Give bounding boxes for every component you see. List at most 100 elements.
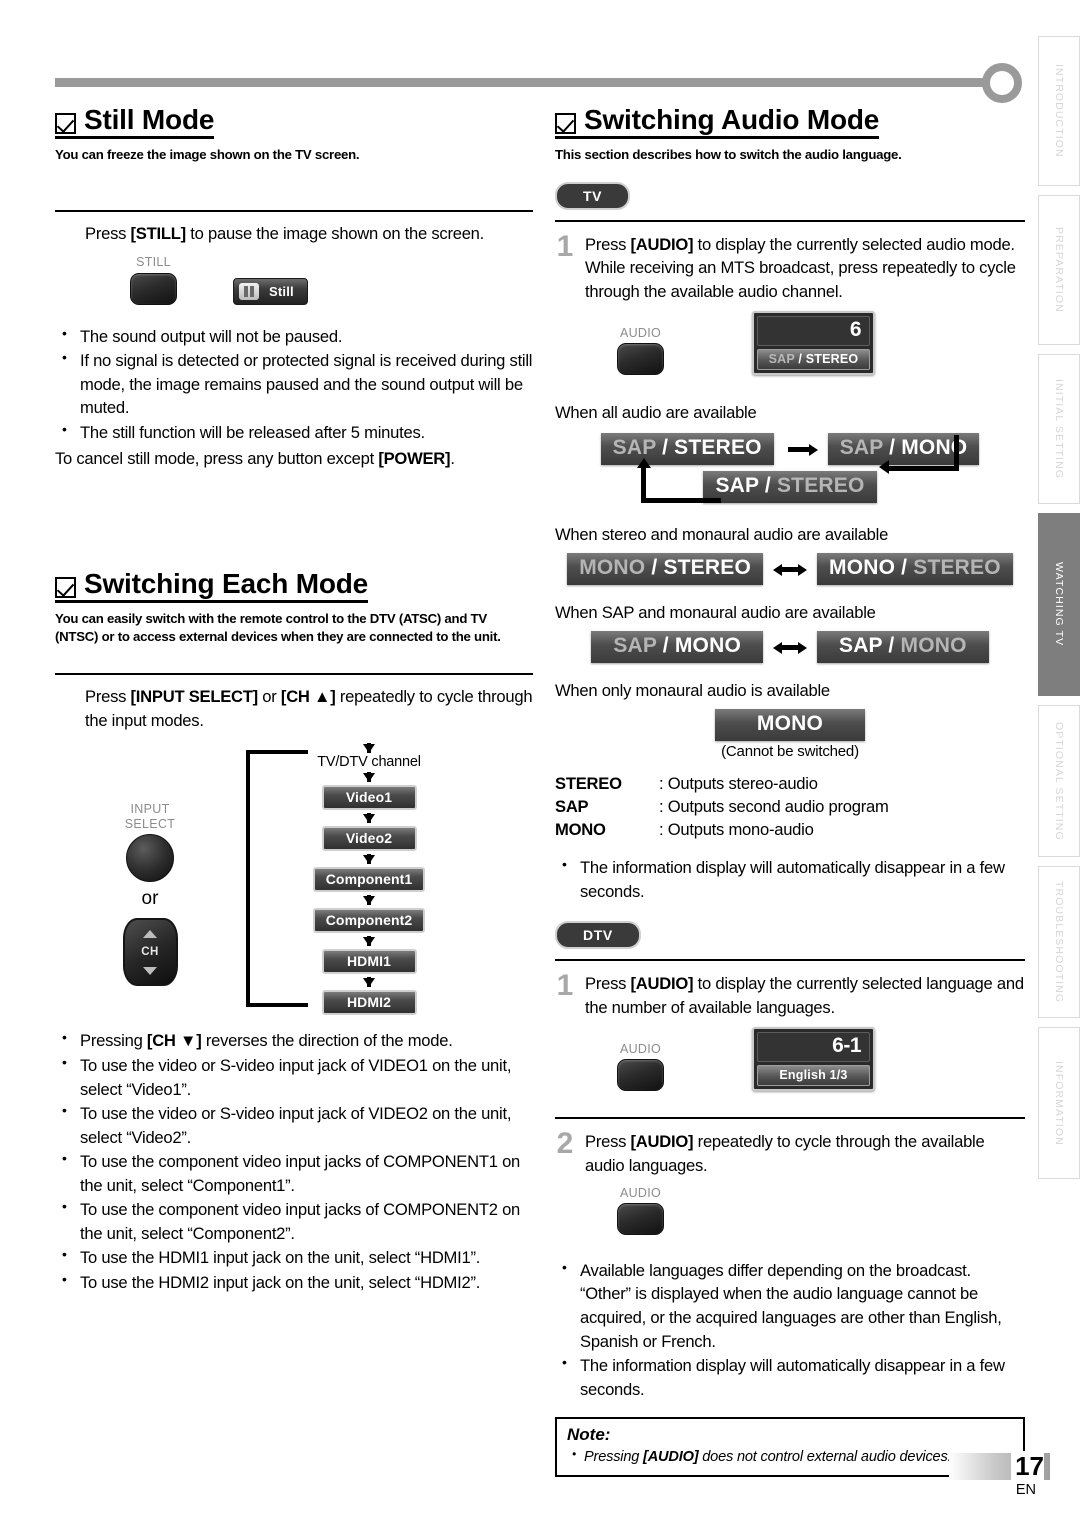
audio-chip-mono-lit-stereo-dim: MONO / STEREO [817, 553, 1013, 586]
tv-step-1: 1 Press [AUDIO] to display the currently… [555, 231, 1025, 304]
caption-all-audio: When all audio are available [555, 403, 757, 423]
remote-button-shape [130, 272, 177, 305]
sidebar-item-watching-tv[interactable]: WATCHING TV [1038, 513, 1080, 696]
audio-remote-button[interactable]: AUDIO [617, 326, 664, 376]
input-mode-bullet-list: Pressing [CH ▼] reverses the direction o… [55, 1028, 533, 1295]
list-item: To use the component video input jacks o… [55, 1149, 533, 1197]
caption-stereo-mono: When stereo and monaural audio are avail… [555, 525, 889, 545]
audio-key: [AUDIO] [630, 234, 694, 254]
osd-mode-lit: / STEREO [794, 352, 859, 367]
instr-mid: or [257, 687, 281, 707]
divider [555, 1117, 1025, 1120]
list-item: If no signal is detected or protected si… [55, 348, 533, 420]
audio-chip-mono: MONO [714, 709, 866, 742]
glossary-row: SAP : Outputs second audio program [555, 796, 1025, 819]
step-text: Press [AUDIO] to display the currently s… [585, 972, 1025, 1019]
audio-cycle-all: SAP / STEREO SAP / MONO SAP / STEREO [555, 433, 1025, 504]
still-button-label: STILL [136, 255, 171, 270]
remote-button-shape [617, 1202, 664, 1235]
dtv-step-2: 2 Press [AUDIO] repeatedly to cycle thro… [555, 1129, 1025, 1177]
chip-lit: SAP / [838, 634, 901, 658]
input-select-key: [INPUT SELECT] [130, 687, 259, 707]
sidebar-item-label: OPTIONAL SETTING [1053, 721, 1065, 841]
list-item: To use the component video input jacks o… [55, 1197, 533, 1245]
glossary-row: STEREO : Outputs stereo-audio [555, 773, 1025, 796]
flow-item-component1: Component1 [313, 867, 425, 893]
glossary-key: STEREO [555, 774, 622, 794]
remote-controls-group: INPUT SELECT or CH [55, 744, 245, 987]
audio-button-label: AUDIO [619, 1185, 662, 1200]
list-item: The still function will be released afte… [55, 420, 533, 445]
step-number: 1 [556, 969, 574, 1003]
note-title: Note: [567, 1425, 611, 1445]
channel-rocker-button[interactable]: CH [122, 918, 178, 987]
list-item: To use the HDMI2 input jack on the unit,… [55, 1270, 533, 1295]
chip-dim: STEREO [776, 474, 865, 498]
arrow-loop-left [636, 458, 721, 504]
audio-remote-button[interactable]: AUDIO [617, 1042, 664, 1092]
chip-lit: / STEREO [645, 556, 751, 580]
tv-note-bullet-list: The information display will automatical… [555, 855, 1025, 903]
arrow-loop-right [879, 435, 959, 474]
divider [555, 219, 1025, 222]
sidebar-item-information[interactable]: INFORMATION [1038, 1027, 1080, 1179]
step-pre: Press [585, 234, 631, 254]
divider [55, 209, 533, 212]
step-pre: Press [585, 1132, 631, 1152]
audio-pair-stereo-mono: MONO / STEREO MONO / STEREO [555, 553, 1025, 586]
sidebar-item-optional-setting[interactable]: OPTIONAL SETTING [1038, 705, 1080, 857]
chip-dim: MONO [579, 556, 646, 580]
section-header-switching-audio-mode: Switching Audio Mode [555, 104, 879, 140]
dtv-bullet-list: Available languages differ depending on … [555, 1258, 1025, 1401]
still-bullet-list: The sound output will not be paused. If … [55, 324, 533, 445]
list-item: The information display will automatical… [555, 1353, 1025, 1401]
sidebar-item-label: INITIAL SETTING [1053, 378, 1065, 480]
section-header-switching-each-mode: Switching Each Mode [55, 568, 368, 604]
checkbox-icon [55, 113, 76, 134]
note-pre: Pressing [584, 1449, 644, 1466]
chip-lit: / STEREO [656, 436, 762, 460]
sidebar-item-initial-setting[interactable]: INITIAL SETTING [1038, 354, 1080, 504]
sidebar-item-label: INFORMATION [1053, 1060, 1065, 1146]
audio-remote-button[interactable]: AUDIO [617, 1186, 664, 1235]
list-item: To use the video or S-video input jack o… [55, 1101, 533, 1149]
input-mode-flow: TV/DTV channel Video1 Video2 Component1 … [245, 743, 445, 1016]
dtv-badge-wrap: DTV [555, 921, 1025, 950]
section-tab-strip: INTRODUCTION PREPARATION INITIAL SETTING… [1038, 36, 1080, 1179]
chip-lit: MONO / [829, 556, 914, 580]
arrow-right-icon [784, 442, 818, 456]
chip-dim: MONO [900, 634, 967, 658]
still-instruction: Press [STILL] to pause the image shown o… [85, 222, 533, 246]
osd-still-chip: Still [233, 277, 308, 305]
sidebar-item-introduction[interactable]: INTRODUCTION [1038, 36, 1080, 186]
pause-icon [239, 282, 259, 300]
list-item: Pressing [CH ▼] reverses the direction o… [55, 1028, 533, 1053]
glossary-value: : Outputs second audio program [659, 797, 889, 817]
list-item: Available languages differ depending on … [555, 1258, 1025, 1353]
flow-item-component2: Component2 [313, 908, 425, 934]
osd-channel-box-dtv: 6-1 English 1/3 [752, 1027, 875, 1092]
sidebar-item-troubleshooting[interactable]: TROUBLESHOOTING [1038, 866, 1080, 1018]
input-select-instruction: Press [INPUT SELECT] or [CH ▲] repeatedl… [85, 685, 533, 732]
header-rule [55, 78, 1000, 87]
ch-label: CH [141, 946, 159, 959]
audio-chip-sap-lit-stereo-dim: SAP / STEREO [703, 471, 877, 504]
chip-dim: SAP [613, 634, 657, 658]
chip-dim: SAP [612, 436, 657, 460]
dtv-step-1: 1 Press [AUDIO] to display the currently… [555, 969, 1025, 1019]
still-key: [STILL] [130, 223, 187, 243]
left-column: Still Mode You can freeze the image show… [55, 104, 533, 1296]
list-item: The sound output will not be paused. [55, 324, 533, 349]
still-remote-button[interactable]: STILL [130, 255, 177, 305]
page-title: Still Mode [84, 104, 215, 135]
audio-chip-sap-lit-mono-dim: SAP / MONO [816, 631, 989, 664]
input-mode-diagram: INPUT SELECT or CH TV/DTV channel Video1 [55, 743, 533, 1016]
list-item: The information display will automatical… [555, 855, 1025, 903]
sidebar-item-preparation[interactable]: PREPARATION [1038, 195, 1080, 345]
input-select-button[interactable] [126, 834, 174, 883]
step-text: Press [AUDIO] repeatedly to cycle throug… [585, 1130, 1025, 1177]
chevron-up-icon [143, 929, 157, 938]
still-illustration: STILL Still [130, 255, 533, 305]
power-key: [POWER] [378, 448, 451, 468]
audio-chip-mono-dim-stereo-lit: MONO / STEREO [567, 553, 763, 586]
